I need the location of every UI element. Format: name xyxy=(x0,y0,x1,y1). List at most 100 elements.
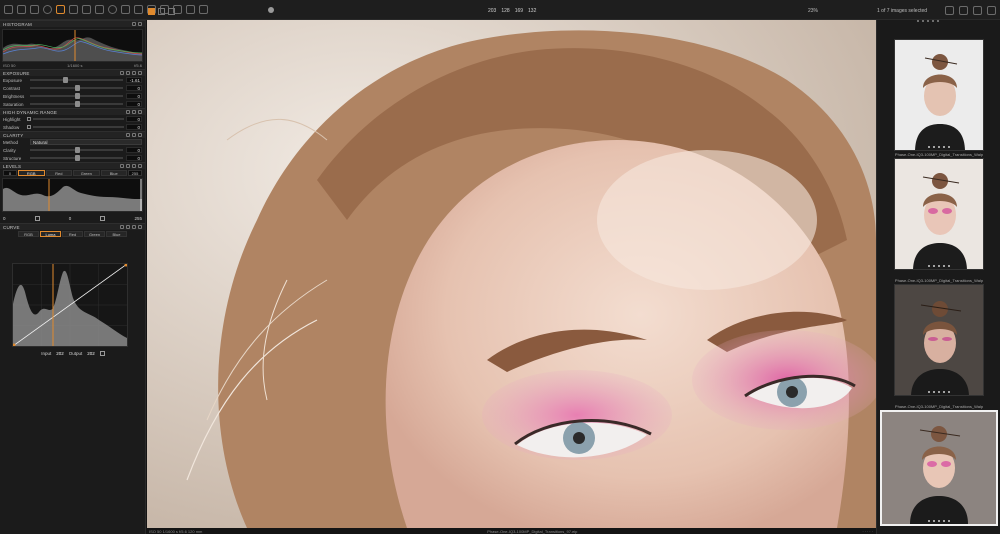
filmstrip-item[interactable] xyxy=(879,32,999,151)
eyedropper-icon[interactable] xyxy=(99,350,105,356)
star-icon[interactable] xyxy=(933,391,935,393)
output-mid[interactable]: 0 xyxy=(69,216,72,221)
star-icon[interactable] xyxy=(933,265,935,267)
tab-rgb[interactable]: RGB xyxy=(18,231,39,237)
output-high[interactable]: 255 xyxy=(134,216,142,221)
slider-value[interactable]: -1.61 xyxy=(126,77,142,83)
tab-red[interactable]: Red xyxy=(45,170,72,176)
tab-blue[interactable]: Blue xyxy=(106,231,127,237)
star-icon[interactable] xyxy=(928,146,930,148)
cursor-pointer-icon[interactable] xyxy=(268,7,274,13)
menu-icon[interactable] xyxy=(138,133,142,137)
method-select[interactable]: Natural xyxy=(30,139,142,145)
tab-rgb[interactable]: RGB xyxy=(18,170,45,176)
star-icon[interactable] xyxy=(928,265,930,267)
thumbnail[interactable] xyxy=(894,39,984,151)
search-icon[interactable] xyxy=(108,5,117,14)
help-icon[interactable] xyxy=(120,71,124,75)
eyedropper-icon[interactable] xyxy=(34,215,40,221)
help-icon[interactable] xyxy=(120,225,124,229)
color-icon[interactable] xyxy=(43,5,52,14)
crop-icon[interactable] xyxy=(82,5,91,14)
slider-track[interactable] xyxy=(30,85,123,91)
slider-track[interactable] xyxy=(30,155,123,161)
clarity-slider[interactable]: Clarity 0 xyxy=(0,146,145,154)
picker-icon[interactable] xyxy=(126,225,130,229)
tab-luma[interactable]: Luma xyxy=(40,231,61,237)
star-icon[interactable] xyxy=(932,20,934,22)
filmstrip-item-selected[interactable]: Phase-One-IQ3-100MP_Digital_Transitions_… xyxy=(879,403,999,526)
person-icon[interactable] xyxy=(945,6,954,15)
image-viewer[interactable] xyxy=(147,20,876,528)
star-icon[interactable] xyxy=(927,20,929,22)
slider-value[interactable]: 0 xyxy=(126,85,142,91)
star-icon[interactable] xyxy=(948,391,950,393)
close-icon[interactable] xyxy=(138,22,142,26)
picker-icon[interactable] xyxy=(126,164,130,168)
clarity-header[interactable]: CLARITY xyxy=(0,131,145,138)
star-icon[interactable] xyxy=(938,391,940,393)
info-icon[interactable] xyxy=(199,5,208,14)
slider-knob[interactable] xyxy=(74,85,80,91)
contrast-slider[interactable]: Contrast 0 xyxy=(0,84,145,92)
hdr-header[interactable]: HIGH DYNAMIC RANGE xyxy=(0,108,145,115)
star-icon[interactable] xyxy=(922,20,924,22)
thumbnail[interactable] xyxy=(880,410,998,526)
exposure-slider[interactable]: Exposure -1.61 xyxy=(0,76,145,84)
menu-icon[interactable] xyxy=(138,110,142,114)
help-icon[interactable] xyxy=(132,22,136,26)
slider-knob[interactable] xyxy=(74,101,80,107)
reset-icon[interactable] xyxy=(132,71,136,75)
details-icon[interactable] xyxy=(69,5,78,14)
slider-track[interactable] xyxy=(30,77,123,83)
slider-value[interactable]: 0 xyxy=(126,124,142,130)
star-icon[interactable] xyxy=(938,520,940,522)
star-icon[interactable] xyxy=(943,391,945,393)
reset-icon[interactable] xyxy=(132,164,136,168)
slider-track[interactable] xyxy=(30,93,123,99)
tab-green[interactable]: Green xyxy=(84,231,105,237)
brightness-slider[interactable]: Brightness 0 xyxy=(0,92,145,100)
lens-icon[interactable] xyxy=(30,5,39,14)
slider-knob[interactable] xyxy=(27,125,31,129)
menu-icon[interactable] xyxy=(138,71,142,75)
highlight-slider[interactable]: Highlight 0 xyxy=(0,115,145,123)
help-icon[interactable] xyxy=(120,164,124,168)
star-icon[interactable] xyxy=(938,265,940,267)
slider-knob[interactable] xyxy=(74,147,80,153)
slider-value[interactable]: 0 xyxy=(126,101,142,107)
curve-header[interactable]: CURVE xyxy=(0,223,145,230)
filmstrip-item[interactable]: Phase-One-IQ3-100MP_Digital_Transitions_… xyxy=(879,151,999,270)
star-icon[interactable] xyxy=(948,265,950,267)
slider-value[interactable]: 0 xyxy=(126,147,142,153)
exposure-icon[interactable] xyxy=(56,5,65,14)
star-icon[interactable] xyxy=(943,146,945,148)
slider-value[interactable]: 0 xyxy=(126,93,142,99)
star-icon[interactable] xyxy=(943,520,945,522)
structure-slider[interactable]: Structure 0 xyxy=(0,154,145,162)
sort-icon[interactable] xyxy=(973,6,982,15)
help-icon[interactable] xyxy=(126,110,130,114)
menu-icon[interactable] xyxy=(138,225,142,229)
star-icon[interactable] xyxy=(928,520,930,522)
star-icon[interactable] xyxy=(948,520,950,522)
output-low[interactable]: 0 xyxy=(3,216,6,221)
pan-icon[interactable] xyxy=(121,5,130,14)
slider-track[interactable] xyxy=(30,147,123,153)
grid-view-icon[interactable] xyxy=(168,8,175,15)
star-icon[interactable] xyxy=(937,20,939,22)
capture-icon[interactable] xyxy=(17,5,26,14)
star-icon[interactable] xyxy=(938,146,940,148)
settings-icon[interactable] xyxy=(987,6,996,15)
slider-knob[interactable] xyxy=(74,155,80,161)
thumbnail[interactable] xyxy=(894,158,984,270)
curve-graph[interactable] xyxy=(12,263,128,347)
compare-view-icon[interactable] xyxy=(158,8,165,15)
menu-icon[interactable] xyxy=(138,164,142,168)
histogram-header[interactable]: HISTOGRAM xyxy=(0,20,145,27)
star-icon[interactable] xyxy=(933,520,935,522)
layers-icon[interactable] xyxy=(95,5,104,14)
slider-track[interactable] xyxy=(33,126,124,128)
star-icon[interactable] xyxy=(928,391,930,393)
star-icon[interactable] xyxy=(917,20,919,22)
